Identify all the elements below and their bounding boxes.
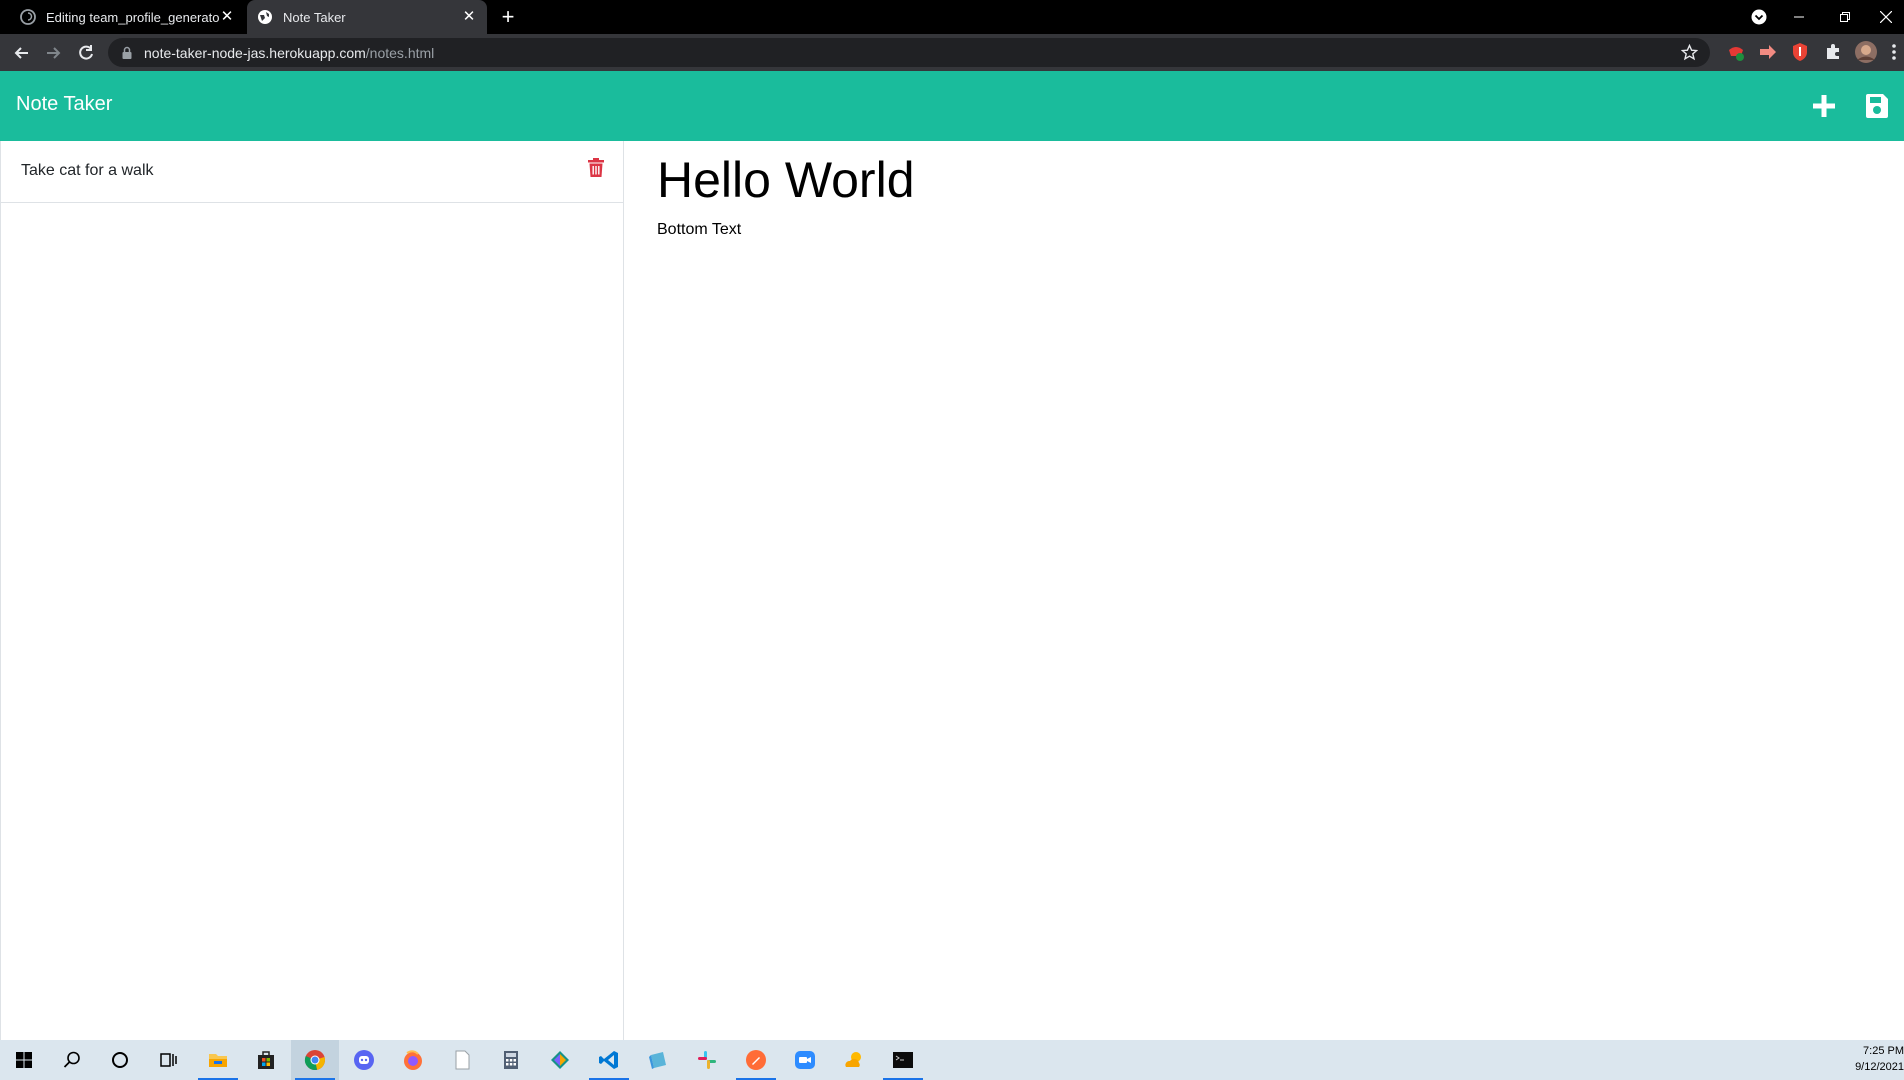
close-window-button[interactable] <box>1868 0 1904 34</box>
search-icon <box>63 1051 80 1068</box>
app-navbar: Note Taker <box>0 71 1904 141</box>
file-explorer-icon <box>209 1054 227 1067</box>
browser-toolbar: note-taker-node-jas.herokuapp.com/notes.… <box>0 34 1904 71</box>
extension-arrow-icon[interactable] <box>1758 42 1778 62</box>
postman-icon <box>746 1050 766 1070</box>
save-icon[interactable] <box>1865 93 1889 119</box>
new-note-plus-icon[interactable] <box>1811 93 1837 119</box>
taskbar-postman[interactable] <box>732 1040 780 1080</box>
firefox-icon <box>404 1050 422 1070</box>
taskbar-search[interactable] <box>48 1040 96 1080</box>
tab-editing-team-profile[interactable]: Editing team_profile_generator/R ✕ <box>10 0 245 34</box>
taskbar-calculator[interactable] <box>487 1040 535 1080</box>
chrome-icon <box>304 1050 325 1071</box>
slack-icon <box>698 1051 716 1069</box>
note-list: Take cat for a walk <box>0 141 624 1040</box>
forward-arrow-icon[interactable] <box>43 43 63 63</box>
url-path: /notes.html <box>365 44 435 61</box>
restore-icon <box>1840 12 1850 22</box>
close-tab-icon[interactable]: ✕ <box>461 9 477 25</box>
taskbar-cortana[interactable] <box>96 1040 144 1080</box>
taskbar-notepad[interactable] <box>438 1040 486 1080</box>
taskbar-slack[interactable] <box>683 1040 731 1080</box>
lock-icon[interactable] <box>120 46 134 60</box>
taskbar-vscode[interactable] <box>585 1040 633 1080</box>
zoom-icon <box>795 1051 815 1069</box>
puzzle-extensions-icon[interactable] <box>1823 42 1843 62</box>
github-icon <box>20 9 36 25</box>
azure-storage-icon <box>649 1052 666 1069</box>
reload-icon[interactable] <box>76 43 96 63</box>
task-view-icon <box>160 1053 177 1067</box>
vscode-icon <box>599 1051 618 1069</box>
window-controls <box>1776 0 1904 34</box>
taskbar-task-view[interactable] <box>144 1040 192 1080</box>
list-item-note[interactable]: Take cat for a walk <box>1 141 623 203</box>
taskbar-azure-storage[interactable] <box>634 1040 682 1080</box>
bookmark-star-icon[interactable] <box>1681 44 1698 61</box>
store-icon <box>258 1051 274 1069</box>
cortana-icon <box>112 1052 128 1068</box>
tab-title: Note Taker <box>283 9 346 25</box>
taskbar-weather[interactable] <box>830 1040 878 1080</box>
note-editor: Hello World Bottom Text <box>625 141 1904 1040</box>
restore-button[interactable] <box>1822 0 1868 34</box>
back-arrow-icon[interactable] <box>12 43 32 63</box>
tab-note-taker[interactable]: Note Taker ✕ <box>247 0 487 34</box>
extension-shield-icon[interactable] <box>1790 42 1810 62</box>
taskbar-discord[interactable] <box>340 1040 388 1080</box>
app-brand[interactable]: Note Taker <box>16 93 112 116</box>
weather-icon <box>845 1052 861 1067</box>
address-bar[interactable]: note-taker-node-jas.herokuapp.com/notes.… <box>108 38 1710 67</box>
discord-icon <box>354 1050 374 1070</box>
note-textarea[interactable]: Bottom Text <box>657 221 741 239</box>
minimize-button[interactable] <box>1776 0 1822 34</box>
taskbar-terminal[interactable] <box>879 1040 927 1080</box>
close-tab-icon[interactable]: ✕ <box>219 9 235 25</box>
minimize-icon <box>1794 16 1804 18</box>
extension-icon[interactable] <box>1726 42 1746 62</box>
clock-date: 9/12/2021 <box>1855 1061 1904 1073</box>
profile-avatar[interactable] <box>1854 40 1878 64</box>
taskbar-gitkraken[interactable] <box>536 1040 584 1080</box>
taskbar-clock[interactable]: 7:25 PM 9/12/2021 <box>1855 1043 1904 1075</box>
taskbar-firefox[interactable] <box>389 1040 437 1080</box>
url-text[interactable]: note-taker-node-jas.herokuapp.com/notes.… <box>144 45 434 61</box>
note-list-title[interactable]: Take cat for a walk <box>21 162 154 180</box>
browser-menu-icon[interactable] <box>1890 42 1898 62</box>
trash-icon[interactable] <box>587 158 605 178</box>
taskbar-zoom[interactable] <box>781 1040 829 1080</box>
close-icon <box>1880 11 1892 23</box>
tab-title: Editing team_profile_generator/R <box>46 9 219 25</box>
note-title-input[interactable]: Hello World <box>657 151 915 209</box>
url-host: note-taker-node-jas.herokuapp.com <box>144 44 366 61</box>
tab-search-icon[interactable] <box>1751 9 1767 25</box>
taskbar-store[interactable] <box>242 1040 290 1080</box>
calculator-icon <box>504 1051 518 1069</box>
terminal-icon <box>893 1052 913 1068</box>
taskbar-chrome[interactable] <box>291 1040 339 1080</box>
gitkraken-icon <box>551 1051 569 1069</box>
globe-icon <box>258 10 272 24</box>
browser-tab-strip: Editing team_profile_generator/R ✕ Note … <box>0 0 1904 34</box>
start-button[interactable] <box>0 1040 48 1080</box>
windows-start-icon <box>16 1052 32 1068</box>
clock-time: 7:25 PM <box>1863 1045 1904 1057</box>
notepad-icon <box>455 1050 470 1070</box>
taskbar-file-explorer[interactable] <box>194 1040 242 1080</box>
new-tab-button[interactable]: + <box>497 6 519 28</box>
windows-taskbar: 7:25 PM 9/12/2021 <box>0 1040 1904 1080</box>
